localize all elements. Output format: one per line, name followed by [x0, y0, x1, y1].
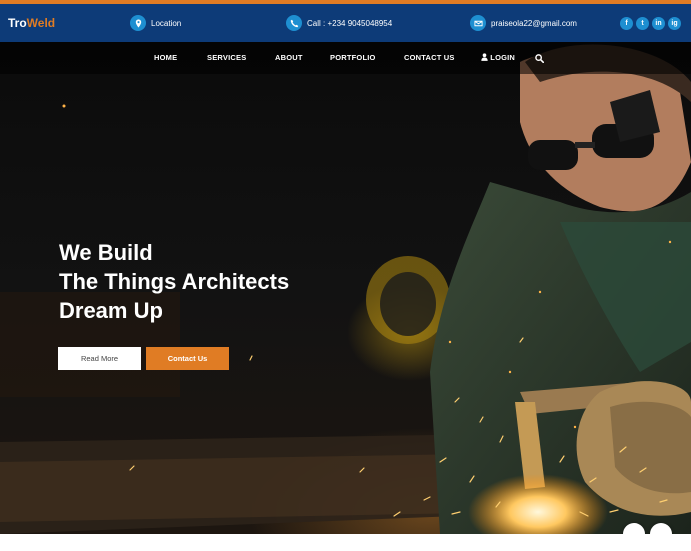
hero-headline-line3: Dream Up: [59, 298, 163, 323]
phone-info[interactable]: Call : +234 9045048954: [286, 14, 392, 32]
hero-headline: We Build The Things Architects Dream Up: [59, 238, 289, 325]
nav-portfolio[interactable]: PORTFOLIO: [330, 53, 376, 62]
nav-home[interactable]: HOME: [154, 53, 177, 62]
nav-contact[interactable]: CONTACT US: [404, 53, 455, 62]
search-icon[interactable]: [535, 54, 544, 63]
email-info[interactable]: praiseola22@gmail.com: [470, 14, 577, 32]
contact-us-button[interactable]: Contact Us: [146, 347, 229, 370]
nav-login-label: LOGIN: [490, 53, 516, 62]
phone-text: Call : +234 9045048954: [307, 18, 393, 28]
hero-headline-line2: The Things Architects: [59, 269, 290, 294]
nav-services[interactable]: SERVICES: [207, 53, 246, 62]
map-pin-icon: [130, 15, 146, 31]
nav-about[interactable]: ABOUT: [275, 53, 303, 62]
read-more-button[interactable]: Read More: [58, 347, 141, 370]
phone-icon: [286, 15, 302, 31]
email-text: praiseola22@gmail.com: [491, 18, 577, 28]
nav-login[interactable]: LOGIN: [481, 53, 515, 62]
hero-headline-line1: We Build: [59, 240, 153, 265]
brand-logo[interactable]: TroWeld: [8, 16, 55, 30]
envelope-icon: [470, 15, 486, 31]
location-text: Location: [151, 18, 182, 28]
instagram-icon[interactable]: ig: [668, 17, 681, 30]
main-navbar: HOME SERVICES ABOUT PORTFOLIO CONTACT US…: [0, 42, 691, 74]
brand-logo-part1: Tro: [8, 16, 27, 30]
linkedin-icon[interactable]: in: [652, 17, 665, 30]
brand-logo-part2: Weld: [26, 16, 56, 30]
top-info-bar: TroWeld Location Call : +234 9045048954 …: [0, 4, 691, 42]
facebook-icon[interactable]: f: [620, 17, 633, 30]
hero-section: HOME SERVICES ABOUT PORTFOLIO CONTACT US…: [0, 42, 691, 534]
page-bottom-strip: [0, 534, 691, 551]
twitter-icon[interactable]: t: [636, 17, 649, 30]
social-links: f t in ig: [620, 17, 681, 30]
location-info[interactable]: Location: [130, 14, 181, 32]
user-icon: [481, 53, 488, 61]
